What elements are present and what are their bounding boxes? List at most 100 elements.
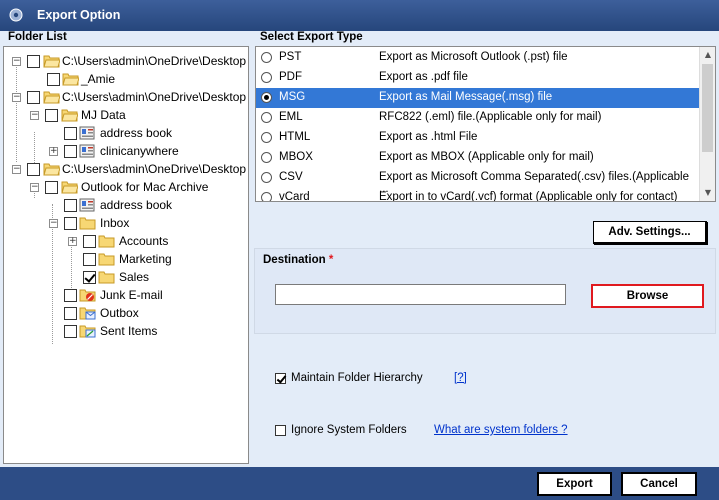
option-name: vCard — [279, 191, 310, 202]
collapse-icon[interactable]: − — [12, 93, 21, 102]
tree-item[interactable]: Marketing — [4, 250, 248, 268]
radio-button[interactable] — [261, 112, 272, 123]
collapse-icon[interactable]: − — [30, 183, 39, 192]
tree-item[interactable]: − C:\Users\admin\OneDrive\Desktop — [4, 52, 248, 70]
open-folder-icon — [43, 91, 60, 104]
tree-item[interactable]: − Inbox — [4, 214, 248, 232]
item-checkbox[interactable] — [27, 163, 40, 176]
export-button[interactable]: Export — [537, 472, 612, 496]
title-bar: Export Option — [0, 0, 719, 31]
tree-item-label: C:\Users\admin\OneDrive\Desktop — [62, 162, 247, 176]
radio-button[interactable] — [261, 172, 272, 183]
scroll-down-icon[interactable]: ▼ — [700, 185, 715, 201]
export-type-option-html[interactable]: HTML Export as .html File — [256, 128, 700, 148]
tree-item[interactable]: − C:\Users\admin\OneDrive\Desktop — [4, 160, 248, 178]
dialog-body: Folder List − C:\Users\admin\OneDrive\De… — [0, 31, 719, 467]
destination-panel: Destination * Browse — [254, 248, 716, 334]
item-checkbox[interactable] — [64, 289, 77, 302]
option-name: PDF — [279, 71, 302, 83]
open-folder-icon — [43, 163, 60, 176]
option-description: Export as MBOX (Applicable only for mail… — [379, 151, 594, 163]
export-type-label: Select Export Type — [260, 31, 363, 43]
export-type-list[interactable]: PST Export as Microsoft Outlook (.pst) f… — [255, 46, 716, 202]
tree-item[interactable]: − Outlook for Mac Archive — [4, 178, 248, 196]
hierarchy-help-link[interactable]: [?] — [454, 372, 467, 384]
item-checkbox[interactable] — [47, 73, 60, 86]
tree-item-label: Marketing — [119, 252, 172, 266]
ignore-system-folders-label: Ignore System Folders — [291, 424, 407, 436]
tree-item-label: C:\Users\admin\OneDrive\Desktop — [62, 54, 247, 68]
tree-item-label: Accounts — [119, 234, 169, 248]
tree-item[interactable]: + clinicanywhere — [4, 142, 248, 160]
radio-button[interactable] — [261, 72, 272, 83]
radio-button[interactable] — [261, 152, 272, 163]
option-description: Export as Microsoft Outlook (.pst) file — [379, 51, 568, 63]
scroll-thumb[interactable] — [702, 64, 713, 152]
expand-icon[interactable]: + — [49, 147, 58, 156]
open-folder-icon — [62, 73, 79, 86]
tree-item[interactable]: − C:\Users\admin\OneDrive\Desktop — [4, 88, 248, 106]
radio-button[interactable] — [261, 92, 272, 103]
item-checkbox[interactable] — [64, 127, 77, 140]
app-gear-icon — [9, 8, 23, 22]
collapse-icon[interactable]: − — [12, 165, 21, 174]
system-folders-help-link[interactable]: What are system folders ? — [434, 424, 568, 436]
tree-item[interactable]: Junk E-mail — [4, 286, 248, 304]
export-type-option-pdf[interactable]: PDF Export as .pdf file — [256, 68, 700, 88]
collapse-icon[interactable]: − — [12, 57, 21, 66]
tree-item[interactable]: Sales — [4, 268, 248, 286]
address-book-icon — [79, 126, 95, 140]
tree-item-label: address book — [100, 126, 173, 140]
collapse-icon[interactable]: − — [49, 219, 58, 228]
item-checkbox[interactable] — [83, 235, 96, 248]
item-checkbox[interactable] — [64, 145, 77, 158]
option-description: RFC822 (.eml) file.(Applicable only for … — [379, 111, 602, 123]
export-type-option-pst[interactable]: PST Export as Microsoft Outlook (.pst) f… — [256, 48, 700, 68]
radio-button[interactable] — [261, 52, 272, 63]
item-checkbox[interactable] — [64, 199, 77, 212]
collapse-icon[interactable]: − — [30, 111, 39, 120]
tree-item[interactable]: address book — [4, 196, 248, 214]
item-checkbox[interactable] — [83, 271, 96, 284]
maintain-hierarchy-checkbox[interactable] — [275, 373, 286, 384]
type-list-scrollbar[interactable]: ▲ ▼ — [699, 47, 715, 201]
ignore-system-folders-checkbox[interactable] — [275, 425, 286, 436]
adv-settings-button[interactable]: Adv. Settings... — [593, 221, 707, 244]
tree-item-label: Junk E-mail — [100, 288, 163, 302]
item-checkbox[interactable] — [64, 307, 77, 320]
export-type-option-vcard[interactable]: vCard Export in to vCard(.vcf) format (A… — [256, 188, 700, 202]
tree-item[interactable]: address book — [4, 124, 248, 142]
item-checkbox[interactable] — [64, 217, 77, 230]
folder-tree[interactable]: − C:\Users\admin\OneDrive\Desktop _Amie … — [3, 46, 249, 464]
tree-item-label: Sales — [119, 270, 150, 284]
item-checkbox[interactable] — [45, 181, 58, 194]
tree-item[interactable]: Sent Items — [4, 322, 248, 340]
expand-icon[interactable]: + — [68, 237, 77, 246]
radio-button[interactable] — [261, 192, 272, 201]
browse-button[interactable]: Browse — [591, 284, 704, 308]
item-checkbox[interactable] — [27, 55, 40, 68]
item-checkbox[interactable] — [27, 91, 40, 104]
cancel-button[interactable]: Cancel — [621, 472, 697, 496]
option-name: HTML — [279, 131, 311, 143]
tree-item[interactable]: Outbox — [4, 304, 248, 322]
option-name: MSG — [279, 91, 306, 103]
radio-button[interactable] — [261, 132, 272, 143]
tree-item[interactable]: − MJ Data — [4, 106, 248, 124]
export-type-option-eml[interactable]: EML RFC822 (.eml) file.(Applicable only … — [256, 108, 700, 128]
item-checkbox[interactable] — [83, 253, 96, 266]
destination-path-input[interactable] — [275, 284, 566, 305]
tree-item[interactable]: _Amie — [4, 70, 248, 88]
tree-item-label: Outlook for Mac Archive — [81, 180, 209, 194]
option-name: MBOX — [279, 151, 313, 163]
item-checkbox[interactable] — [45, 109, 58, 122]
item-checkbox[interactable] — [64, 325, 77, 338]
tree-item[interactable]: + Accounts — [4, 232, 248, 250]
maintain-hierarchy-label: Maintain Folder Hierarchy — [291, 372, 423, 384]
export-type-option-msg[interactable]: MSG Export as Mail Message(.msg) file — [256, 88, 700, 108]
open-folder-icon — [43, 55, 60, 68]
option-name: PST — [279, 51, 302, 63]
scroll-up-icon[interactable]: ▲ — [700, 47, 715, 63]
export-type-option-csv[interactable]: CSV Export as Microsoft Comma Separated(… — [256, 168, 700, 195]
export-type-option-mbox[interactable]: MBOX Export as MBOX (Applicable only for… — [256, 148, 700, 168]
